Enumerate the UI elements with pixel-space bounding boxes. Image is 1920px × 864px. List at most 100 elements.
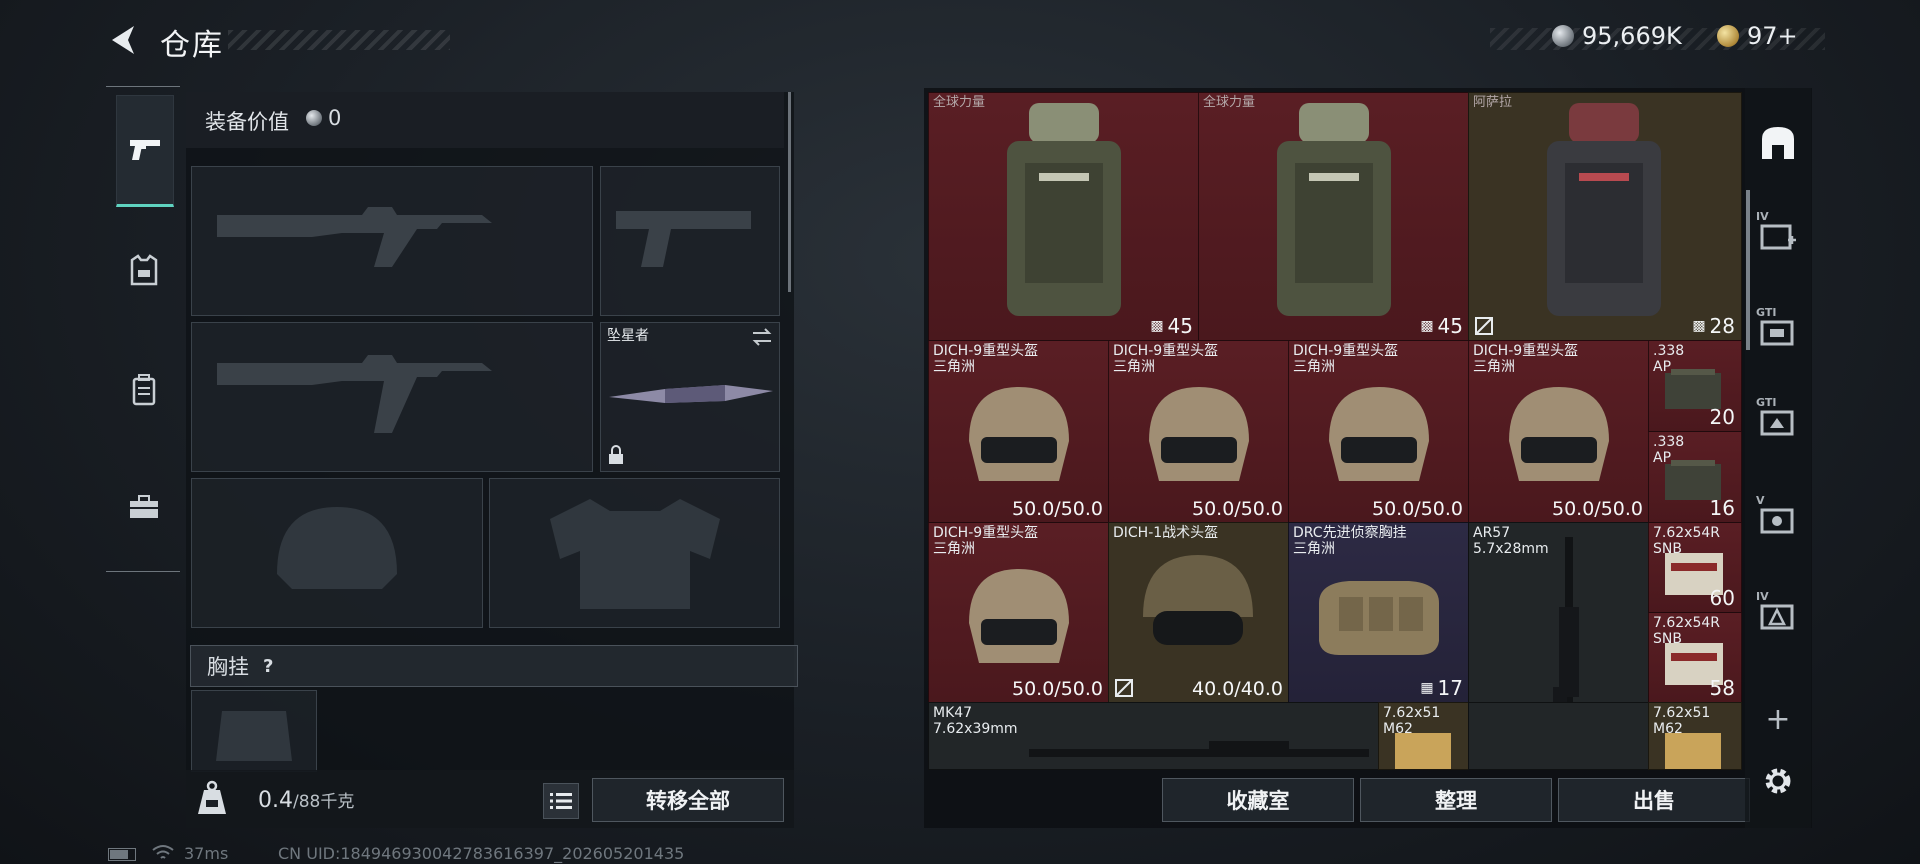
- storage-item[interactable]: 7.62x51 M62: [1378, 702, 1470, 770]
- rail-storage-4[interactable]: V: [1754, 494, 1802, 542]
- tactical-helmet-icon: [1143, 555, 1253, 645]
- rail-main-storage[interactable]: [1754, 120, 1802, 166]
- help-icon[interactable]: ?: [263, 656, 273, 677]
- storage-item[interactable]: 全球力量 ▩ 45: [1198, 92, 1470, 342]
- case-icon: [1760, 604, 1794, 630]
- melee-slot[interactable]: 坠星者: [600, 322, 780, 472]
- case-icon: [1760, 410, 1794, 436]
- storage-item[interactable]: DICH-9重型头盔 三角洲 50.0/50.0: [928, 522, 1110, 704]
- rig-icon: ▦: [1420, 680, 1434, 696]
- rail-storage-3[interactable]: GTI: [1754, 396, 1802, 444]
- backpack-item-icon: [1547, 103, 1661, 316]
- rail-storage-2[interactable]: GTI: [1754, 306, 1802, 354]
- swap-icon[interactable]: [751, 327, 773, 347]
- helmet-item-icon: [969, 569, 1069, 663]
- item-label: DICH-9重型头盔 三角洲: [1293, 343, 1399, 375]
- chest-rig-section: 胸挂 ?: [190, 645, 798, 687]
- collection-room-button[interactable]: 收藏室: [1162, 778, 1354, 822]
- item-label: MK47 7.62x39mm: [933, 705, 1018, 737]
- tab-weapons[interactable]: [116, 95, 174, 207]
- item-label: 阿萨拉: [1473, 95, 1513, 110]
- primary-weapon-slot[interactable]: [191, 166, 593, 316]
- tab-backpack[interactable]: [116, 335, 172, 445]
- page-title: 仓库: [160, 28, 224, 63]
- no-insure-icon: [1115, 679, 1133, 697]
- equipment-scrollbar[interactable]: [788, 92, 791, 292]
- storage-item[interactable]: DRC先进侦察胸挂 三角洲 ▦ 17: [1288, 522, 1470, 704]
- rail-storage-1[interactable]: IV: [1754, 210, 1802, 258]
- vest-icon: [130, 254, 158, 286]
- item-durability: 40.0/40.0: [1191, 678, 1283, 700]
- rail-tag: GTI: [1756, 396, 1777, 409]
- storage-grid: 全球力量 ▩ 45 全球力量 ▩ 45 阿萨拉 ▩ 28 DICH-9重型头盔 …: [928, 92, 1742, 770]
- item-count: ▩ 28: [1692, 314, 1735, 338]
- item-label: 全球力量: [1203, 95, 1256, 110]
- list-view-button[interactable]: [543, 783, 579, 819]
- storage-item[interactable]: .338 AP 20: [1648, 340, 1742, 433]
- storage-item[interactable]: 7.62x54R SNB 60: [1648, 522, 1742, 614]
- tab-armor[interactable]: [116, 215, 172, 325]
- storage-item[interactable]: 7.62x54R SNB 58: [1648, 612, 1742, 704]
- add-storage-button[interactable]: +: [1754, 696, 1802, 742]
- item-durability: 50.0/50.0: [1191, 498, 1283, 520]
- backpack-item-icon: [1277, 103, 1391, 316]
- storage-item[interactable]: DICH-9重型头盔 三角洲 50.0/50.0: [1108, 340, 1290, 524]
- helmet-slot[interactable]: [191, 478, 483, 628]
- back-arrow-icon: [112, 26, 134, 54]
- body-armor-slot[interactable]: [489, 478, 780, 628]
- rail-tag: GTI: [1756, 306, 1777, 319]
- item-durability: 50.0/50.0: [1551, 498, 1643, 520]
- case-icon: [1760, 508, 1794, 534]
- helmet-silhouette-icon: [277, 507, 397, 589]
- gold-currency[interactable]: 97+: [1717, 22, 1798, 50]
- transfer-all-button[interactable]: 转移全部: [592, 778, 784, 822]
- rifle-silhouette-icon: [217, 355, 492, 433]
- storage-item[interactable]: 阿萨拉 ▩ 28: [1468, 92, 1742, 342]
- bag-icon: ▩: [1150, 318, 1164, 334]
- silver-coin-icon: [306, 110, 322, 126]
- storage-scrollbar[interactable]: [1746, 190, 1750, 350]
- silver-coin-icon: [1552, 25, 1574, 47]
- rifle-silhouette-icon: [217, 207, 492, 267]
- item-count: 60: [1709, 586, 1735, 610]
- sidearm-slot[interactable]: [600, 166, 780, 316]
- case-add-icon: [1760, 224, 1796, 250]
- settings-button[interactable]: [1754, 758, 1802, 804]
- battery-icon: [108, 848, 136, 861]
- knife-icon: [609, 385, 773, 403]
- item-count: ▩ 45: [1420, 314, 1463, 338]
- carry-weight: 0.4/88千克: [258, 787, 354, 813]
- storage-item[interactable]: DICH-9重型头盔 三角洲 50.0/50.0: [1288, 340, 1470, 524]
- rail-storage-5[interactable]: IV: [1754, 590, 1802, 638]
- storage-item[interactable]: MK47 7.62x39mm: [928, 702, 1380, 770]
- item-durability: 50.0/50.0: [1011, 678, 1103, 700]
- gold-coin-icon: [1717, 25, 1739, 47]
- silver-currency[interactable]: 95,669K: [1552, 22, 1682, 50]
- sell-button[interactable]: 出售: [1558, 778, 1750, 822]
- backpack-item-icon: [1007, 103, 1121, 316]
- equipment-value-label: 装备价值: [205, 110, 289, 134]
- storage-item[interactable]: DICH-9重型头盔 三角洲 50.0/50.0: [928, 340, 1110, 524]
- armor-silhouette-icon: [550, 499, 720, 609]
- chest-rig-label: 胸挂: [207, 655, 249, 679]
- empty-cell[interactable]: [1468, 702, 1650, 770]
- chest-rig-item-icon: [1319, 581, 1439, 655]
- tab-supplies[interactable]: [116, 452, 172, 562]
- backpack-icon: [132, 374, 156, 406]
- back-button[interactable]: [104, 20, 144, 60]
- ping-text: 37ms: [184, 844, 229, 863]
- item-label: DRC先进侦察胸挂 三角洲: [1293, 525, 1407, 557]
- carry-weight-capacity: /88千克: [293, 792, 355, 812]
- storage-item[interactable]: 7.62x51 M62: [1648, 702, 1742, 770]
- bag-icon: ▩: [1420, 318, 1434, 334]
- storage-item[interactable]: 全球力量 ▩ 45: [928, 92, 1200, 342]
- secondary-weapon-slot[interactable]: [191, 322, 593, 472]
- storage-item[interactable]: DICH-9重型头盔 三角洲 50.0/50.0: [1468, 340, 1650, 524]
- title-decoration: [228, 30, 450, 50]
- chest-rig-slot[interactable]: [191, 690, 317, 772]
- storage-item[interactable]: DICH-1战术头盔 40.0/40.0: [1108, 522, 1290, 704]
- organize-button[interactable]: 整理: [1360, 778, 1552, 822]
- warehouse-icon: [1762, 127, 1794, 159]
- rail-tag: IV: [1756, 210, 1769, 223]
- storage-item[interactable]: .338 AP 16: [1648, 431, 1742, 524]
